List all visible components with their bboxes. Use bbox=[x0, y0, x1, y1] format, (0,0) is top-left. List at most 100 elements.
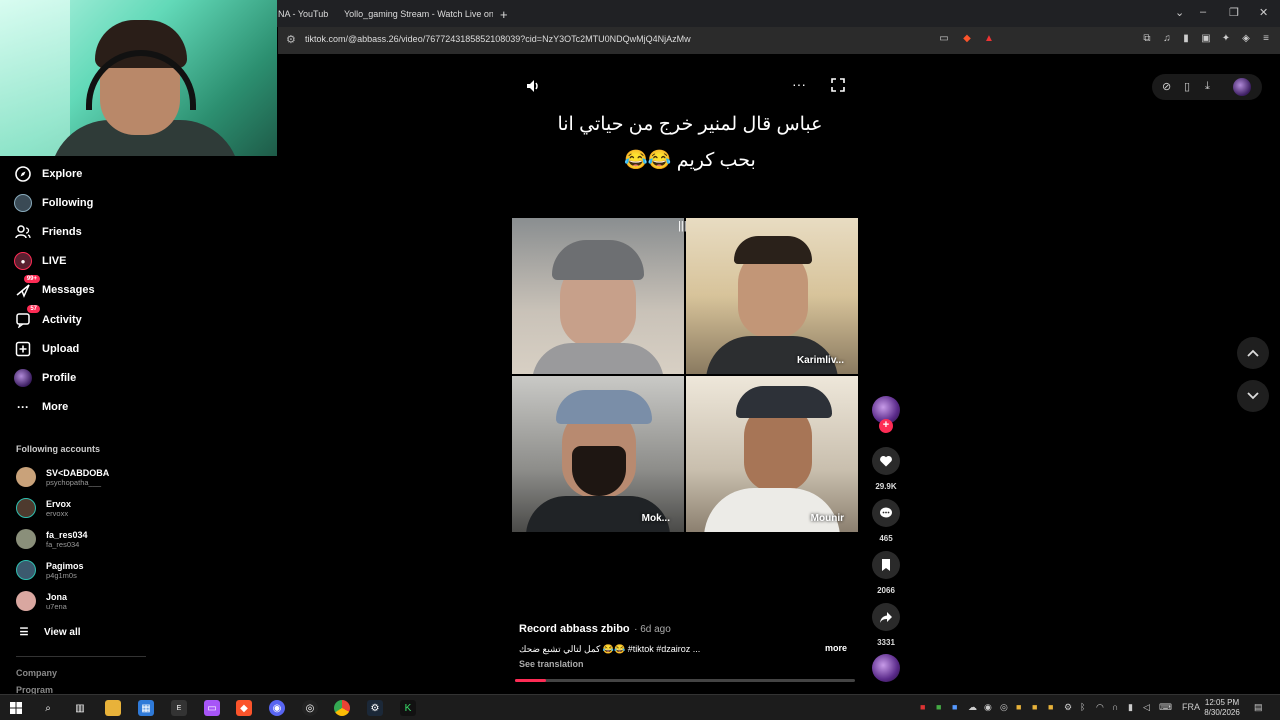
previous-video-button[interactable] bbox=[1237, 337, 1269, 369]
sidebar-item-messages[interactable]: 99+ Messages bbox=[14, 275, 95, 301]
brave-browser-icon[interactable]: ◆ bbox=[236, 700, 252, 716]
user-avatar[interactable] bbox=[1233, 78, 1251, 96]
windows-start-icon[interactable] bbox=[8, 700, 24, 716]
tab-youtube[interactable]: NA - YouTube bbox=[278, 4, 328, 24]
language-indicator[interactable]: FRA bbox=[1182, 702, 1200, 712]
taskbar: ⌕ ▥ ▦ E ▭ ◆ ◉ ◎ ⚙ K ■ ■ ■ ☁ ◉ ◎ ■ ■ ■ ⚙ … bbox=[0, 694, 1280, 720]
battery-icon[interactable]: ▮ bbox=[1128, 702, 1133, 713]
upload-icon bbox=[14, 340, 32, 358]
sidebar-item-label: Following bbox=[42, 197, 94, 209]
sidebar-item-following[interactable]: Following bbox=[14, 192, 93, 214]
tray-app-icon[interactable]: ■ bbox=[1048, 702, 1053, 712]
notifications-icon[interactable]: ▤ bbox=[1254, 702, 1263, 713]
keyboard-icon[interactable]: ⌨ bbox=[1159, 702, 1172, 713]
tray-bluetooth-icon[interactable]: ᛒ bbox=[1080, 702, 1085, 712]
save-button[interactable] bbox=[872, 551, 900, 579]
obs-icon[interactable]: ◎ bbox=[302, 700, 318, 716]
participant-hair bbox=[734, 236, 812, 264]
cast-icon[interactable]: ▭ bbox=[938, 33, 950, 45]
tray-cloud-icon[interactable]: ☁ bbox=[968, 702, 977, 713]
search-icon[interactable]: ⌕ bbox=[40, 700, 56, 716]
volume-tray-icon[interactable]: ◁ bbox=[1143, 702, 1150, 713]
task-view-icon[interactable]: ▥ bbox=[72, 700, 88, 716]
vpn-icon[interactable]: ◈ bbox=[1240, 33, 1252, 45]
sidebar-item-live[interactable]: ● LIVE bbox=[14, 250, 66, 272]
account-item[interactable]: Jona u7ena bbox=[16, 588, 67, 614]
new-tab-button[interactable]: + bbox=[500, 4, 512, 24]
sidebar-toggle-icon[interactable]: ▮ bbox=[1180, 33, 1192, 45]
download-icon[interactable]: ⤓ bbox=[1205, 80, 1210, 93]
more-button[interactable]: more bbox=[825, 643, 847, 653]
tray-nvidia-icon[interactable]: ■ bbox=[936, 702, 941, 712]
restore-icon[interactable]: ❐ bbox=[1229, 6, 1239, 19]
system-clock[interactable]: 12:05 PM 8/30/2026 bbox=[1200, 698, 1244, 718]
epic-games-icon[interactable]: E bbox=[171, 700, 187, 716]
account-item[interactable]: fa_res034 fa_res034 bbox=[16, 526, 88, 552]
footer-company-link[interactable]: Company bbox=[16, 668, 57, 678]
account-item[interactable]: Pagimos p4g1m0s bbox=[16, 557, 84, 583]
tray-app-icon[interactable]: ◉ bbox=[984, 702, 992, 713]
volume-icon[interactable] bbox=[525, 78, 541, 97]
app-icon[interactable]: ▭ bbox=[204, 700, 220, 716]
tray-app-icon[interactable]: ■ bbox=[1032, 702, 1037, 712]
sidebar-item-activity[interactable]: 57 Activity bbox=[14, 305, 82, 331]
sidebar-item-upload[interactable]: Upload bbox=[14, 338, 79, 360]
wifi-icon[interactable]: ◠ bbox=[1096, 702, 1104, 713]
author-name[interactable]: Record abbass zbibo bbox=[519, 623, 630, 635]
music-icon[interactable]: ♫ bbox=[1161, 33, 1173, 45]
leo-ai-icon[interactable]: ✦ bbox=[1220, 33, 1232, 45]
follow-button[interactable]: + bbox=[879, 419, 893, 433]
view-all-link[interactable]: ☰ View all bbox=[18, 621, 81, 643]
url-field[interactable]: tiktok.com/@abbass.26/video/767724318585… bbox=[305, 34, 691, 44]
brave-rewards-icon[interactable]: ▲ bbox=[983, 33, 995, 45]
see-translation-link[interactable]: See translation bbox=[519, 659, 859, 669]
account-name: SV<DABDOBA bbox=[46, 467, 110, 478]
phone-icon[interactable]: ▯ bbox=[1184, 80, 1190, 93]
tab-search-icon[interactable]: ⌄ bbox=[1175, 6, 1184, 19]
tray-steam-icon[interactable]: ⚙ bbox=[1064, 702, 1072, 713]
video-caption-line2: بحب كريم 😂😂 bbox=[624, 150, 756, 171]
fullscreen-icon[interactable] bbox=[831, 78, 845, 95]
tray-app-icon[interactable]: ◎ bbox=[1000, 702, 1008, 713]
tab-title: NA - YouTube bbox=[278, 9, 328, 19]
sidebar-item-explore[interactable]: Explore bbox=[14, 163, 82, 185]
chrome-icon[interactable] bbox=[334, 700, 350, 716]
sound-disc-icon[interactable] bbox=[872, 654, 900, 682]
sidebar-item-profile[interactable]: Profile bbox=[14, 367, 76, 389]
comment-button[interactable] bbox=[872, 499, 900, 527]
account-item[interactable]: SV<DABDOBA psychopatha___ bbox=[16, 464, 109, 490]
minimize-icon[interactable]: – bbox=[1200, 6, 1206, 18]
brave-shield-icon[interactable]: ◆ bbox=[961, 33, 973, 45]
sidebar-item-more[interactable]: ··· More bbox=[14, 396, 68, 418]
extensions-icon[interactable]: ⧉ bbox=[1141, 33, 1153, 45]
menu-icon[interactable]: ≡ bbox=[1260, 33, 1272, 45]
kick-app-icon[interactable]: K bbox=[400, 700, 416, 716]
sidebar-item-friends[interactable]: Friends bbox=[14, 221, 82, 243]
store-icon[interactable]: ▦ bbox=[138, 700, 154, 716]
more-options-icon[interactable]: ··· bbox=[792, 76, 806, 92]
share-arrow-icon bbox=[880, 612, 892, 623]
like-button[interactable] bbox=[872, 447, 900, 475]
tray-app-icon[interactable]: ■ bbox=[1016, 702, 1021, 712]
site-settings-icon[interactable]: ⚙ bbox=[286, 33, 296, 46]
tab-tiktok-stream[interactable]: Yollo_gaming Stream - Watch Live on bbox=[338, 4, 493, 24]
headset-tray-icon[interactable]: ∩ bbox=[1112, 702, 1118, 712]
account-item[interactable]: Ervox ervoxx bbox=[16, 495, 71, 521]
file-explorer-icon[interactable] bbox=[105, 700, 121, 716]
close-window-icon[interactable]: ✕ bbox=[1259, 6, 1268, 19]
wallet-icon[interactable]: ▣ bbox=[1200, 33, 1212, 45]
video-progress-bar[interactable] bbox=[515, 679, 855, 682]
video-player[interactable]: Karimliv... Mok... Mounir ||| bbox=[512, 218, 858, 532]
tray-app-icon[interactable]: ■ bbox=[920, 702, 925, 712]
share-button[interactable] bbox=[872, 603, 900, 631]
discord-icon[interactable]: ◉ bbox=[269, 700, 285, 716]
avatar bbox=[16, 467, 36, 487]
next-video-button[interactable] bbox=[1237, 380, 1269, 412]
participant-body bbox=[704, 488, 840, 532]
steam-icon[interactable]: ⚙ bbox=[367, 700, 383, 716]
compass-icon[interactable]: ⊘ bbox=[1162, 80, 1171, 93]
account-name: Jona bbox=[46, 591, 68, 602]
profile-avatar-icon bbox=[14, 369, 32, 387]
share-count: 3331 bbox=[877, 638, 895, 647]
tray-app-icon[interactable]: ■ bbox=[952, 702, 957, 712]
